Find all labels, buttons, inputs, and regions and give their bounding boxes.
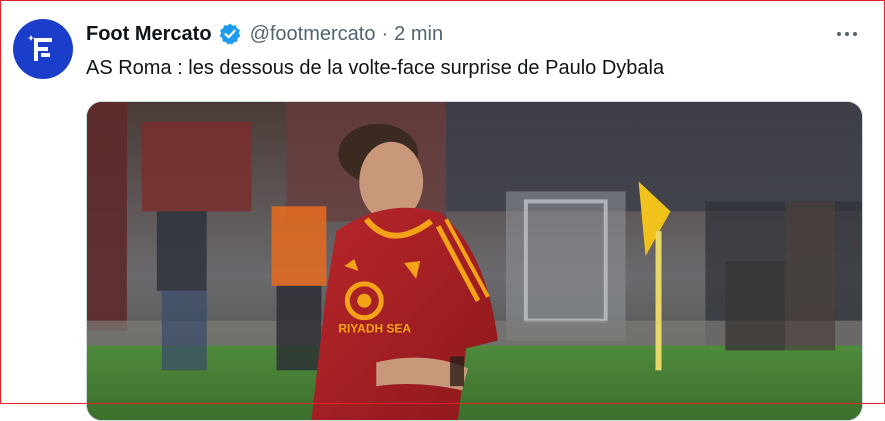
tweet-media-image[interactable]: RIYADH SEA [86,101,863,421]
author-name[interactable]: Foot Mercato [86,23,212,46]
verified-badge-icon [218,22,242,46]
tweet-header: Foot Mercato @footmercato · 2 min [86,20,443,48]
more-options-icon[interactable] [833,22,861,46]
author-handle[interactable]: @footmercato [250,23,376,46]
avatar[interactable] [13,19,73,79]
tweet-text: AS Roma : les dessous de la volte-face s… [86,57,665,79]
jersey-sponsor-text: RIYADH SEA [338,322,411,336]
tweet-card[interactable]: Foot Mercato @footmercato · 2 min AS Rom… [0,0,885,421]
foot-mercato-logo-icon [27,35,52,61]
separator-dot: · [381,22,389,45]
timestamp[interactable]: 2 min [394,23,443,46]
